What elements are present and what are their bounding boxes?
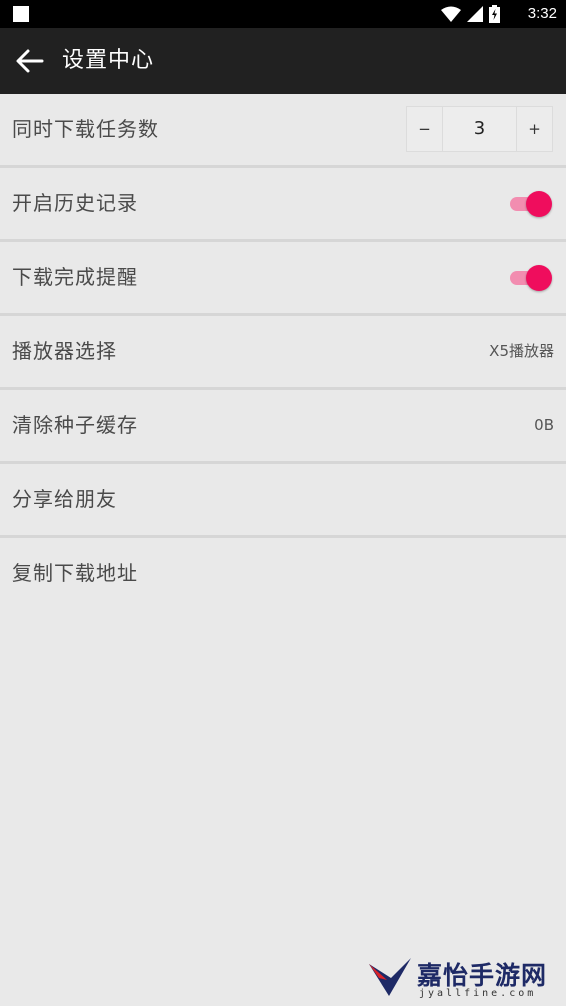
- increment-button[interactable]: +: [517, 107, 552, 151]
- setting-concurrent-downloads: 同时下载任务数 − 3 +: [0, 94, 566, 168]
- setting-download-notify[interactable]: 下载完成提醒: [0, 242, 566, 316]
- setting-label: 清除种子缓存: [12, 413, 138, 437]
- toggle-thumb: [526, 191, 552, 217]
- status-time: 3:32: [527, 5, 557, 22]
- settings-list: 同时下载任务数 − 3 + 开启历史记录 下载完成提醒 播放器选择 X5播放器 …: [0, 94, 566, 612]
- player-value: X5播放器: [489, 342, 554, 360]
- watermark-url: jyallfine.com: [419, 988, 537, 999]
- notification-icon: [13, 6, 29, 22]
- quantity-stepper: − 3 +: [406, 106, 553, 152]
- status-icons: [441, 4, 500, 24]
- watermark-logo-icon: [369, 958, 411, 996]
- setting-label: 复制下载地址: [12, 561, 138, 585]
- cell-signal-icon: [467, 6, 483, 22]
- setting-label: 开启历史记录: [12, 191, 138, 215]
- setting-clear-cache[interactable]: 清除种子缓存 0B: [0, 390, 566, 464]
- setting-history[interactable]: 开启历史记录: [0, 168, 566, 242]
- setting-label: 播放器选择: [12, 339, 117, 363]
- watermark-text: 嘉怡手游网: [417, 961, 548, 990]
- setting-label: 下载完成提醒: [12, 265, 138, 289]
- toggle-thumb: [526, 265, 552, 291]
- setting-share[interactable]: 分享给朋友: [0, 464, 566, 538]
- download-notify-toggle[interactable]: [510, 265, 552, 291]
- battery-icon: [489, 5, 500, 23]
- setting-player[interactable]: 播放器选择 X5播放器: [0, 316, 566, 390]
- setting-label: 同时下载任务数: [12, 117, 159, 141]
- page-title: 设置中心: [62, 48, 155, 73]
- wifi-icon: [441, 6, 461, 22]
- decrement-button[interactable]: −: [407, 107, 442, 151]
- status-bar: 3:32: [0, 0, 566, 28]
- setting-label: 分享给朋友: [12, 487, 117, 511]
- stepper-value[interactable]: 3: [442, 107, 517, 151]
- cache-size-value: 0B: [534, 416, 554, 434]
- setting-copy-url[interactable]: 复制下载地址: [0, 538, 566, 612]
- watermark: 嘉怡手游网 jyallfine.com: [367, 952, 562, 1004]
- back-arrow-icon[interactable]: [14, 47, 44, 75]
- app-bar: 设置中心: [0, 28, 566, 94]
- history-toggle[interactable]: [510, 191, 552, 217]
